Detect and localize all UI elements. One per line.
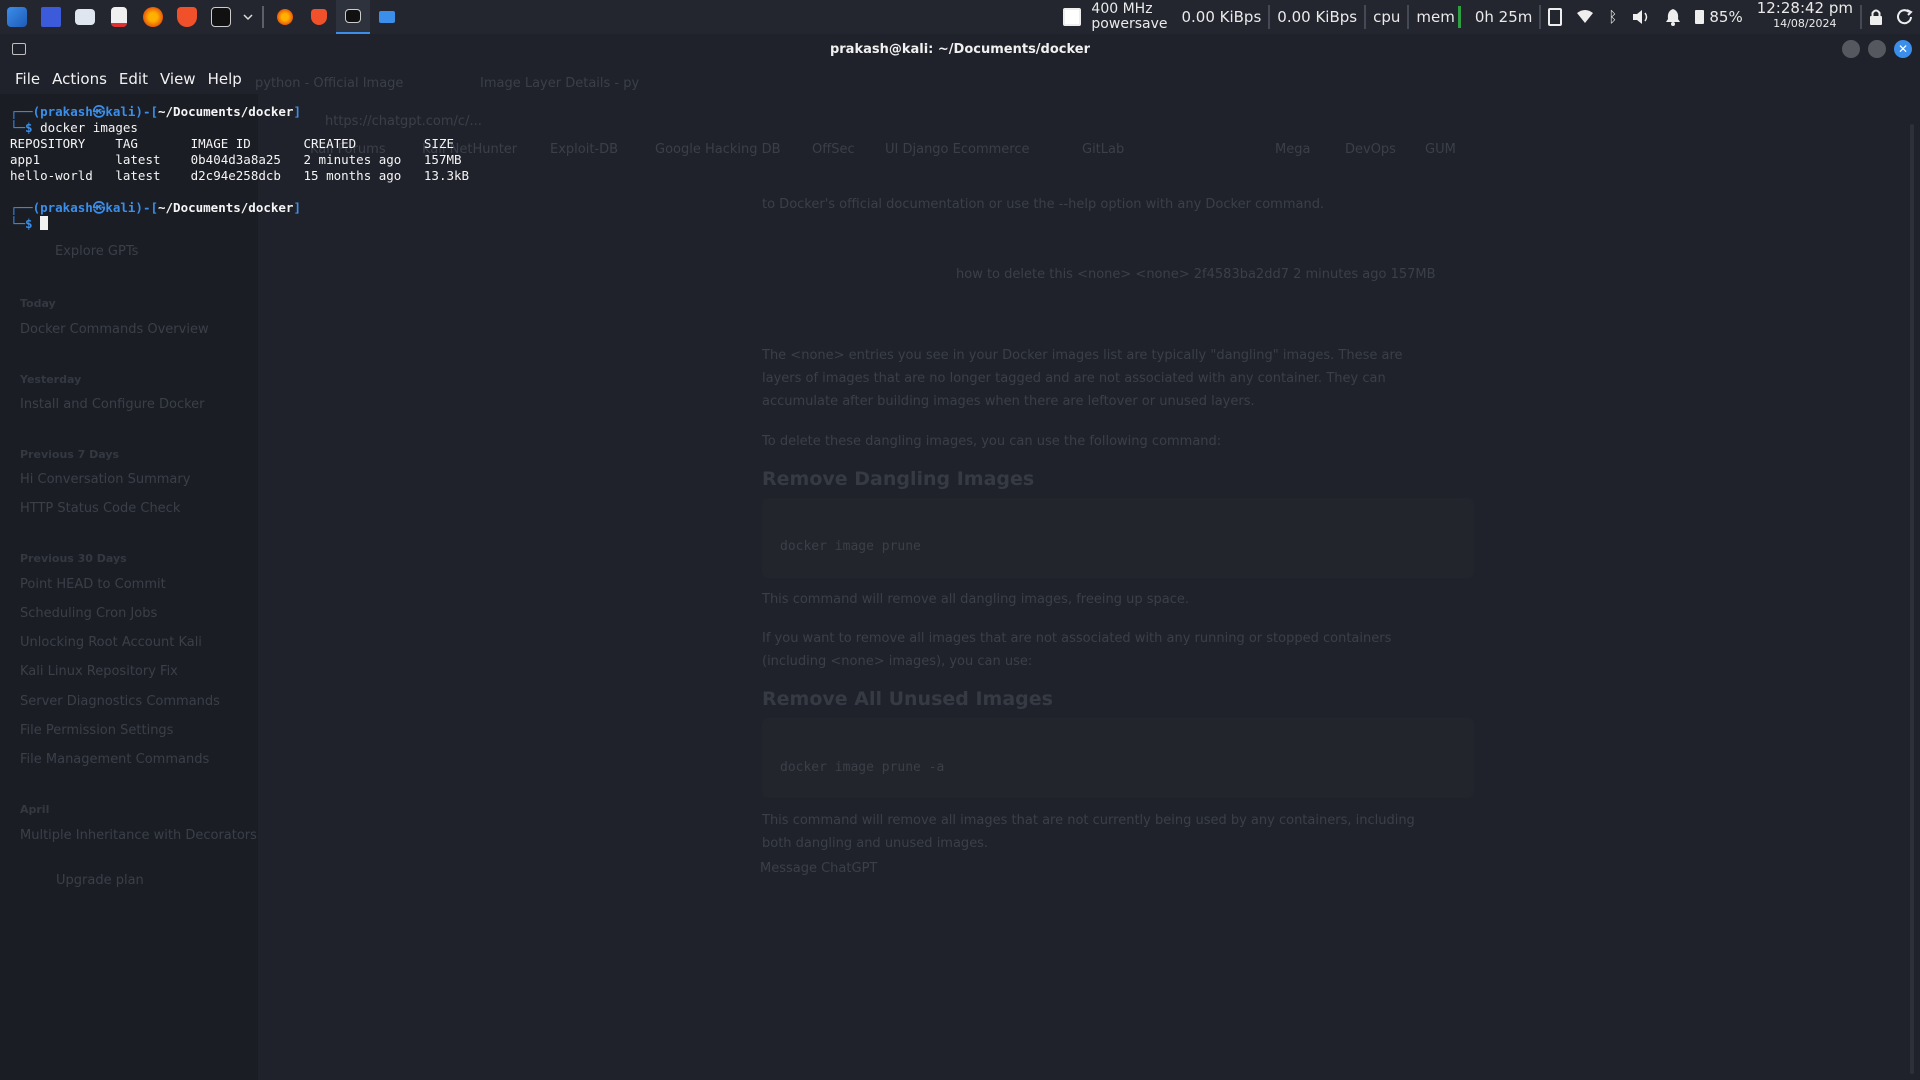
window-title: prakash@kali: ~/Documents/docker <box>829 41 1091 57</box>
maximize-button[interactable] <box>1868 40 1886 58</box>
bell-icon[interactable] <box>1658 0 1688 34</box>
menu-help[interactable]: Help <box>203 68 247 90</box>
terminal-window: prakash@kali: ~/Documents/docker ✕ File … <box>0 34 1920 1080</box>
bluetooth-icon[interactable]: ᛒ <box>1601 0 1624 34</box>
uptime-display: 0h 25m <box>1474 8 1533 26</box>
text-editor-icon[interactable] <box>102 0 136 34</box>
menu-view[interactable]: View <box>155 68 201 90</box>
terminal-icon[interactable] <box>204 0 238 34</box>
terminal-app-icon <box>12 43 26 55</box>
prompt-line: ┌──(prakash㉿kali)-[~/Documents/docker] <box>10 200 301 215</box>
menu-bar: File Actions Edit View Help <box>0 64 1920 94</box>
net-up-speed: 0.00 KiBps <box>1277 8 1358 26</box>
clock-date: 14/08/2024 <box>1773 17 1837 30</box>
terminal-task-icon[interactable] <box>336 0 370 34</box>
terminal-output[interactable]: ┌──(prakash㉿kali)-[~/Documents/docker] └… <box>0 94 1920 1074</box>
mem-monitor[interactable]: mem <box>1409 0 1467 34</box>
prompt-path: ~/Documents/docker <box>158 104 294 119</box>
volume-icon[interactable] <box>1624 0 1658 34</box>
cpu-label: cpu <box>1373 8 1401 26</box>
net-down-speed: 0.00 KiBps <box>1181 8 1262 26</box>
clock-time: 12:28:42 pm <box>1756 0 1853 17</box>
clock[interactable]: 12:28:42 pm 14/08/2024 <box>1750 0 1860 34</box>
brave-task-icon[interactable] <box>302 0 336 34</box>
cpu-monitor[interactable]: cpu <box>1366 0 1407 34</box>
launcher-bar <box>0 0 404 34</box>
cpu-freq-widget[interactable]: 400 MHz powersave <box>1056 0 1174 34</box>
table-header-text: REPOSITORY TAG IMAGE ID CREATED SIZE <box>10 136 455 151</box>
kali-menu-icon[interactable] <box>0 0 34 34</box>
clipboard-icon[interactable] <box>1541 0 1569 34</box>
mem-label: mem <box>1416 8 1455 26</box>
window-titlebar[interactable]: prakash@kali: ~/Documents/docker ✕ <box>0 34 1920 64</box>
system-tray: 400 MHz powersave 0.00 KiBps 0.00 KiBps … <box>1056 0 1920 34</box>
prompt-host: kali <box>105 200 136 215</box>
scrollbar[interactable] <box>1910 124 1914 1074</box>
table-row-text: app1 latest 0b404d3a8a25 2 minutes ago 1… <box>10 152 462 167</box>
table-row-text: hello-world latest d2c94e258dcb 15 month… <box>10 168 470 183</box>
wifi-icon[interactable] <box>1569 0 1601 34</box>
cpu-frequency: 400 MHz <box>1091 1 1153 17</box>
menu-actions[interactable]: Actions <box>47 68 112 90</box>
table-header: REPOSITORY TAG IMAGE ID CREATED SIZE <box>10 136 1920 152</box>
text-cursor <box>40 216 49 230</box>
command-line: └─$ docker images <box>10 120 138 135</box>
brave-icon[interactable] <box>170 0 204 34</box>
cpu-chip-icon <box>1063 8 1082 26</box>
menu-file[interactable]: File <box>10 68 45 90</box>
folder-task-icon[interactable] <box>370 0 404 34</box>
menu-edit[interactable]: Edit <box>114 68 153 90</box>
battery-percent: 85% <box>1709 8 1743 26</box>
lock-icon[interactable] <box>1862 0 1890 34</box>
desktop-icon[interactable] <box>34 0 68 34</box>
command-text: docker images <box>40 120 138 135</box>
panel-separator <box>262 6 264 28</box>
prompt-user: prakash <box>40 200 93 215</box>
prompt-line: ┌──(prakash㉿kali)-[~/Documents/docker] <box>10 104 301 119</box>
top-panel: 400 MHz powersave 0.00 KiBps 0.00 KiBps … <box>0 0 1920 34</box>
prompt-host: kali <box>105 104 136 119</box>
battery-widget[interactable]: 85% <box>1688 0 1749 34</box>
prompt-path: ~/Documents/docker <box>158 200 294 215</box>
mem-usage-bar <box>1457 6 1461 28</box>
firefox-icon[interactable] <box>136 0 170 34</box>
command-line: └─$ <box>10 216 1920 232</box>
table-row: app1 latest 0b404d3a8a25 2 minutes ago 1… <box>10 152 1920 168</box>
firefox-task-icon[interactable] <box>268 0 302 34</box>
prompt-user: prakash <box>40 104 93 119</box>
battery-icon <box>1695 10 1705 24</box>
chevron-down-icon[interactable] <box>238 0 258 34</box>
files-icon[interactable] <box>68 0 102 34</box>
table-row: hello-world latest d2c94e258dcb 15 month… <box>10 168 1920 184</box>
logout-icon[interactable] <box>1890 0 1920 34</box>
cpu-governor: powersave <box>1091 16 1168 32</box>
close-button[interactable]: ✕ <box>1894 40 1912 58</box>
minimize-button[interactable] <box>1842 40 1860 58</box>
